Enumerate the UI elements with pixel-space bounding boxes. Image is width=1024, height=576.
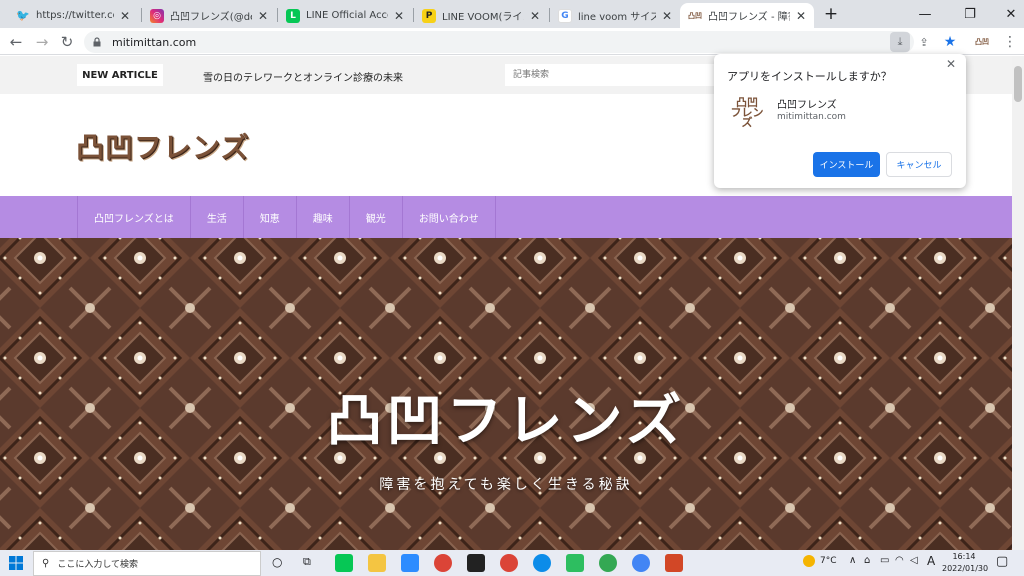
app-icon: 凸凹 フレンズ xyxy=(730,96,764,129)
chrome-app-icon[interactable] xyxy=(599,554,617,572)
windows-start-icon[interactable] xyxy=(9,556,23,570)
task-view-icon[interactable]: ⧉ xyxy=(303,555,311,569)
tab-instagram[interactable]: ◎ 凸凹フレンズ(@dekob ✕ xyxy=(142,3,276,28)
hero-subtitle: 障害を抱えても楽しく生きる秘訣 xyxy=(379,477,633,493)
ime-indicator[interactable]: A xyxy=(927,554,935,568)
tab-title: 凸凹フレンズ - 障害を xyxy=(708,12,790,23)
url-text: mitimittan.com xyxy=(112,35,197,49)
weather-icon[interactable] xyxy=(803,555,815,567)
tab-twitter[interactable]: 🐦 https://twitter.com/i ✕ xyxy=(8,3,138,28)
nav-item-contact[interactable]: お問い合わせ xyxy=(403,196,496,238)
cortana-icon[interactable]: ○ xyxy=(272,555,282,569)
site-logo[interactable]: 凸凹フレンズ xyxy=(76,128,249,164)
restore-icon[interactable]: ❐ xyxy=(955,0,985,28)
tab-title: line voom サイズ - Go xyxy=(578,12,656,23)
p-icon: P xyxy=(422,8,436,23)
close-tab-icon[interactable]: ✕ xyxy=(258,9,268,23)
tab-title: LINE VOOM(ラインブ xyxy=(442,12,524,23)
tab-strip: 🐦 https://twitter.com/i ✕ ◎ 凸凹フレンズ(@deko… xyxy=(0,0,1024,28)
tray-chevron-icon[interactable]: ∧ xyxy=(849,555,856,566)
main-nav: 凸凹フレンズとは 生活 知恵 趣味 観光 お問い合わせ xyxy=(0,196,1012,238)
lock-icon xyxy=(93,37,101,47)
powerpoint-icon[interactable] xyxy=(665,554,683,572)
nav-item-sightseeing[interactable]: 観光 xyxy=(350,196,403,238)
edge-icon[interactable] xyxy=(533,554,551,572)
tab-line-voom[interactable]: P LINE VOOM(ラインブ ✕ xyxy=(414,3,548,28)
taskbar-search-placeholder: ここに入力して検索 xyxy=(57,560,139,570)
dialog-title: アプリをインストールしますか？ xyxy=(727,70,892,83)
app-name: 凸凹フレンズ xyxy=(777,100,837,111)
site-icon: 凸凹 xyxy=(688,8,702,23)
network-icon[interactable]: ⌂ xyxy=(864,555,870,566)
menu-icon[interactable]: ⋮ xyxy=(1000,32,1020,52)
tab-google[interactable]: G line voom サイズ - Go ✕ xyxy=(550,3,680,28)
search-input[interactable] xyxy=(505,64,725,86)
tab-title: 凸凹フレンズ(@dekob xyxy=(170,12,252,23)
page-scrollbar[interactable] xyxy=(1012,56,1024,550)
site-extension-icon[interactable]: 凸凹 xyxy=(972,32,992,52)
back-icon[interactable]: ← xyxy=(6,32,26,52)
app-domain: mitimittan.com xyxy=(777,112,846,122)
close-tab-icon[interactable]: ✕ xyxy=(120,9,130,23)
nav-item-life[interactable]: 生活 xyxy=(191,196,244,238)
close-tab-icon[interactable]: ✕ xyxy=(530,9,540,23)
line-app-icon[interactable] xyxy=(335,554,353,572)
address-bar[interactable]: mitimittan.com xyxy=(84,31,914,53)
chrome-icon[interactable] xyxy=(434,554,452,572)
volume-icon[interactable]: ◁ xyxy=(910,555,918,566)
close-window-icon[interactable]: ✕ xyxy=(996,0,1024,28)
wifi-icon[interactable]: ◠ xyxy=(895,555,904,566)
tab-title: LINE Official Accoun xyxy=(306,10,388,21)
scrollbar-thumb[interactable] xyxy=(1014,66,1022,102)
nav-item-wisdom[interactable]: 知恵 xyxy=(244,196,297,238)
forward-icon[interactable]: → xyxy=(32,32,52,52)
google-icon: G xyxy=(558,8,572,23)
new-tab-button[interactable]: + xyxy=(816,0,846,28)
hero-banner: 凸凹フレンズ 障害を抱えても楽しく生きる秘訣 xyxy=(0,238,1012,550)
install-button[interactable]: インストール xyxy=(813,152,880,177)
tab-line-official[interactable]: L LINE Official Accoun ✕ xyxy=(278,3,412,28)
battery-icon[interactable]: ▭ xyxy=(880,555,889,566)
close-tab-icon[interactable]: ✕ xyxy=(662,9,672,23)
close-tab-icon[interactable]: ✕ xyxy=(796,9,806,23)
file-explorer-icon[interactable] xyxy=(368,554,386,572)
clock-time: 16:14 xyxy=(952,552,976,561)
minimize-icon[interactable]: — xyxy=(910,0,940,28)
install-app-dialog: アプリをインストールしますか？ ✕ 凸凹 フレンズ 凸凹フレンズ mitimit… xyxy=(714,54,966,188)
latest-article-link[interactable]: 雪の日のテレワークとオンライン診療の未来 xyxy=(203,69,403,84)
twitter-icon: 🐦 xyxy=(16,9,30,22)
browser-toolbar: ← → ↻ mitimittan.com ⤓ ⇪ ★ 凸凹 ⋮ xyxy=(0,28,1024,55)
windows-taskbar: ⚲ ここに入力して検索 ○ ⧉ 7°C ∧ ⌂ ▭ ◠ ◁ A 16:14 20… xyxy=(0,550,1024,576)
close-icon[interactable]: ✕ xyxy=(946,57,956,71)
search-icon: ⚲ xyxy=(42,558,50,569)
app-k-icon[interactable] xyxy=(467,554,485,572)
cancel-button[interactable]: キャンセル xyxy=(886,152,952,177)
hero-title: 凸凹フレンズ xyxy=(326,389,686,454)
instagram-icon: ◎ xyxy=(150,8,164,23)
clock[interactable]: 16:14 2022/01/30 xyxy=(942,551,989,575)
weather-temperature[interactable]: 7°C xyxy=(820,556,837,566)
reload-icon[interactable]: ↻ xyxy=(57,32,77,52)
clock-date: 2022/01/30 xyxy=(942,564,989,573)
zoom-icon[interactable] xyxy=(401,554,419,572)
notification-icon[interactable]: ▢ xyxy=(996,554,1008,569)
share-icon[interactable]: ⇪ xyxy=(914,32,934,52)
evernote-icon[interactable] xyxy=(566,554,584,572)
line-icon: L xyxy=(286,8,300,23)
logo-text: 凸凹フレンズ xyxy=(76,131,250,164)
tab-title: https://twitter.com/i xyxy=(36,10,114,21)
close-tab-icon[interactable]: ✕ xyxy=(394,9,404,23)
chrome-profile-icon[interactable] xyxy=(500,554,518,572)
chrome-active-icon[interactable] xyxy=(632,554,650,572)
nav-item-about[interactable]: 凸凹フレンズとは xyxy=(77,196,191,238)
install-app-icon[interactable]: ⤓ xyxy=(890,32,910,52)
new-article-label: NEW ARTICLE xyxy=(77,64,163,86)
taskbar-search[interactable]: ⚲ ここに入力して検索 xyxy=(33,551,261,576)
nav-item-hobby[interactable]: 趣味 xyxy=(297,196,350,238)
bookmark-star-icon[interactable]: ★ xyxy=(940,32,960,52)
tab-active-site[interactable]: 凸凹 凸凹フレンズ - 障害を ✕ xyxy=(680,3,814,28)
